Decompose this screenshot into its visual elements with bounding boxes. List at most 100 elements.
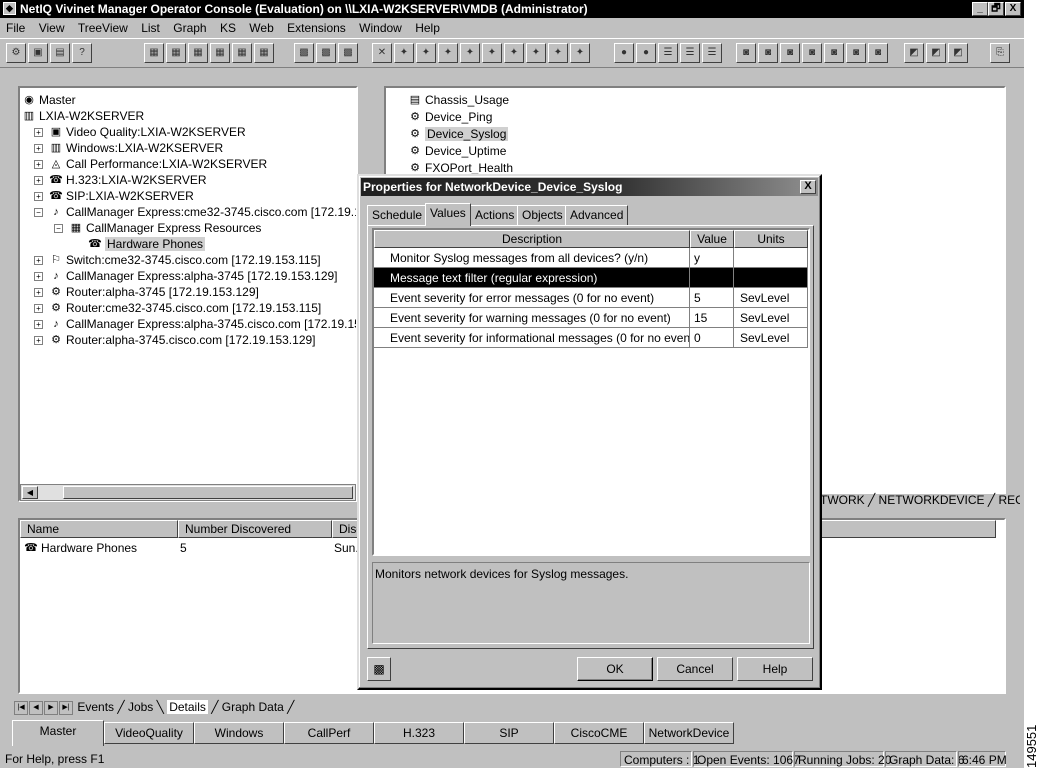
cancel-button[interactable]: Cancel — [657, 657, 733, 681]
tree-horizontal-scrollbar[interactable]: ◀ — [20, 484, 356, 501]
column-name[interactable]: Name — [20, 520, 178, 538]
view-icon[interactable]: ▦ — [188, 43, 208, 63]
view-tab-master[interactable]: Master — [12, 720, 104, 746]
expand-icon[interactable]: + — [34, 272, 43, 282]
list-icon[interactable]: ☰ — [702, 43, 722, 63]
first-tab-icon[interactable]: |◀ — [14, 700, 28, 715]
menu-extensions[interactable]: Extensions — [287, 21, 346, 35]
expand-icon[interactable]: + — [34, 304, 43, 314]
expand-icon[interactable]: + — [34, 336, 43, 346]
scroll-thumb[interactable] — [63, 486, 353, 499]
tree-item[interactable]: + ☎ H.323:LXIA-W2KSERVER — [34, 172, 207, 188]
view-tab-h323[interactable]: H.323 — [374, 722, 464, 744]
table-row[interactable]: Event severity for informational message… — [374, 328, 808, 348]
expand-icon[interactable]: + — [34, 128, 43, 138]
view-tab-windows[interactable]: Windows — [194, 722, 284, 744]
expand-icon[interactable]: + — [34, 144, 43, 154]
list-icon[interactable]: ☰ — [658, 43, 678, 63]
tree-item-selected[interactable]: ☎ Hardware Phones — [88, 236, 206, 252]
script-item[interactable]: ▤ Chassis_Usage — [408, 92, 509, 108]
tree-item[interactable]: + ⚙ Router:alpha-3745 [172.19.153.129] — [34, 284, 259, 300]
tree-root[interactable]: ◉ Master — [22, 92, 76, 108]
tab-details[interactable]: Details — [167, 700, 208, 714]
copy-icon[interactable]: ⎘ — [990, 43, 1010, 63]
table-row-selected[interactable]: Message text filter (regular expression) — [374, 268, 808, 288]
tab-objects[interactable]: Objects — [517, 205, 568, 225]
script-item[interactable]: ⚙ Device_Ping — [408, 109, 492, 125]
expand-icon[interactable]: + — [34, 192, 43, 202]
row-value[interactable]: y — [690, 248, 734, 268]
collapse-icon[interactable]: − — [54, 224, 63, 234]
graph-icon[interactable]: ◩ — [904, 43, 924, 63]
restore-button[interactable]: 🗗 — [988, 2, 1004, 16]
dialog-close-button[interactable]: X — [800, 180, 816, 194]
tree-item[interactable]: − ♪ CallManager Express:cme32-3745.cisco.c… — [34, 204, 356, 220]
menu-treeview[interactable]: TreeView — [78, 21, 128, 35]
filter-icon[interactable]: ◙ — [868, 43, 888, 63]
filter-icon[interactable]: ◙ — [802, 43, 822, 63]
tab-advanced[interactable]: Advanced — [565, 205, 629, 225]
filter-icon[interactable]: ◙ — [824, 43, 844, 63]
script-icon[interactable]: ▩ — [367, 657, 391, 681]
tool-icon[interactable]: ✦ — [460, 43, 480, 63]
expand-icon[interactable]: + — [34, 160, 43, 170]
tree-item[interactable]: + ◬ Call Performance:LXIA-W2KSERVER — [34, 156, 267, 172]
list-icon[interactable]: ☰ — [680, 43, 700, 63]
menu-file[interactable]: File — [6, 21, 25, 35]
help-icon[interactable]: ? — [72, 43, 92, 63]
graph-icon[interactable]: ◩ — [926, 43, 946, 63]
tool-icon[interactable]: ✦ — [416, 43, 436, 63]
filter-icon[interactable]: ◙ — [846, 43, 866, 63]
filter-icon[interactable]: ◙ — [780, 43, 800, 63]
script-item-selected[interactable]: ⚙ Device_Syslog — [408, 126, 509, 142]
scroll-left-icon[interactable]: ◀ — [22, 486, 38, 499]
table-row[interactable]: Event severity for error messages (0 for… — [374, 288, 808, 308]
last-tab-icon[interactable]: ▶| — [59, 700, 73, 715]
tool-icon[interactable]: ✦ — [394, 43, 414, 63]
grid-icon[interactable]: ▩ — [338, 43, 358, 63]
menu-ks[interactable]: KS — [220, 21, 236, 35]
view-tab-sip[interactable]: SIP — [464, 722, 554, 744]
menu-view[interactable]: View — [39, 21, 65, 35]
tree-item[interactable]: − ▦ CallManager Express Resources — [54, 220, 261, 236]
view-icon[interactable]: ▦ — [254, 43, 274, 63]
view-icon[interactable]: ▦ — [232, 43, 252, 63]
view-tab-callperf[interactable]: CallPerf — [284, 722, 374, 744]
close-button[interactable]: X — [1005, 2, 1021, 16]
tool-icon[interactable]: ✕ — [372, 43, 392, 63]
knowledge-tabs[interactable]: TWORK ╱ NETWORKDEVICE ╱ REC — [820, 492, 1020, 508]
print-icon[interactable]: ▤ — [50, 43, 70, 63]
tool-icon[interactable]: ✦ — [482, 43, 502, 63]
tab-values[interactable]: Values — [425, 203, 471, 226]
tool-icon[interactable]: ✦ — [504, 43, 524, 63]
minimize-button[interactable]: _ — [972, 2, 988, 16]
column-number-discovered[interactable]: Number Discovered — [178, 520, 332, 538]
row-value[interactable]: 0 — [690, 328, 734, 348]
tree-item[interactable]: + ▣ Video Quality:LXIA-W2KSERVER — [34, 124, 246, 140]
tree-item[interactable]: + ⚙ Router:alpha-3745.cisco.com [172.19.15… — [34, 332, 316, 348]
tool-icon[interactable]: ✦ — [548, 43, 568, 63]
view-tab-networkdevice[interactable]: NetworkDevice — [644, 722, 734, 744]
tab-actions[interactable]: Actions — [470, 205, 520, 225]
menu-help[interactable]: Help — [415, 21, 440, 35]
row-value[interactable] — [690, 268, 734, 288]
tab-schedule[interactable]: Schedule — [367, 205, 428, 225]
filter-icon[interactable]: ◙ — [736, 43, 756, 63]
tree-item[interactable]: + ⚐ Switch:cme32-3745.cisco.com [172.19.15… — [34, 252, 321, 268]
filter-icon[interactable]: ◙ — [758, 43, 778, 63]
expand-icon[interactable]: + — [34, 176, 43, 186]
row-value[interactable]: 5 — [690, 288, 734, 308]
list-item[interactable]: ☎ Hardware Phones — [24, 540, 137, 556]
alert-icon[interactable]: ● — [614, 43, 634, 63]
table-row[interactable]: Monitor Syslog messages from all devices… — [374, 248, 808, 268]
script-item[interactable]: ⚙ Device_Uptime — [408, 143, 506, 159]
next-tab-icon[interactable]: ▶ — [44, 700, 58, 715]
tab-jobs[interactable]: Jobs — [128, 700, 153, 714]
connect-icon[interactable]: ⚙ — [6, 43, 26, 63]
column-value[interactable]: Value — [690, 230, 734, 248]
tree-item[interactable]: + ♪ CallManager Express:alpha-3745.cisco.c… — [34, 316, 356, 332]
column-units[interactable]: Units — [734, 230, 808, 248]
column-description[interactable]: Description — [374, 230, 690, 248]
menu-web[interactable]: Web — [249, 21, 273, 35]
tree-item[interactable]: + ☎ SIP:LXIA-W2KSERVER — [34, 188, 194, 204]
